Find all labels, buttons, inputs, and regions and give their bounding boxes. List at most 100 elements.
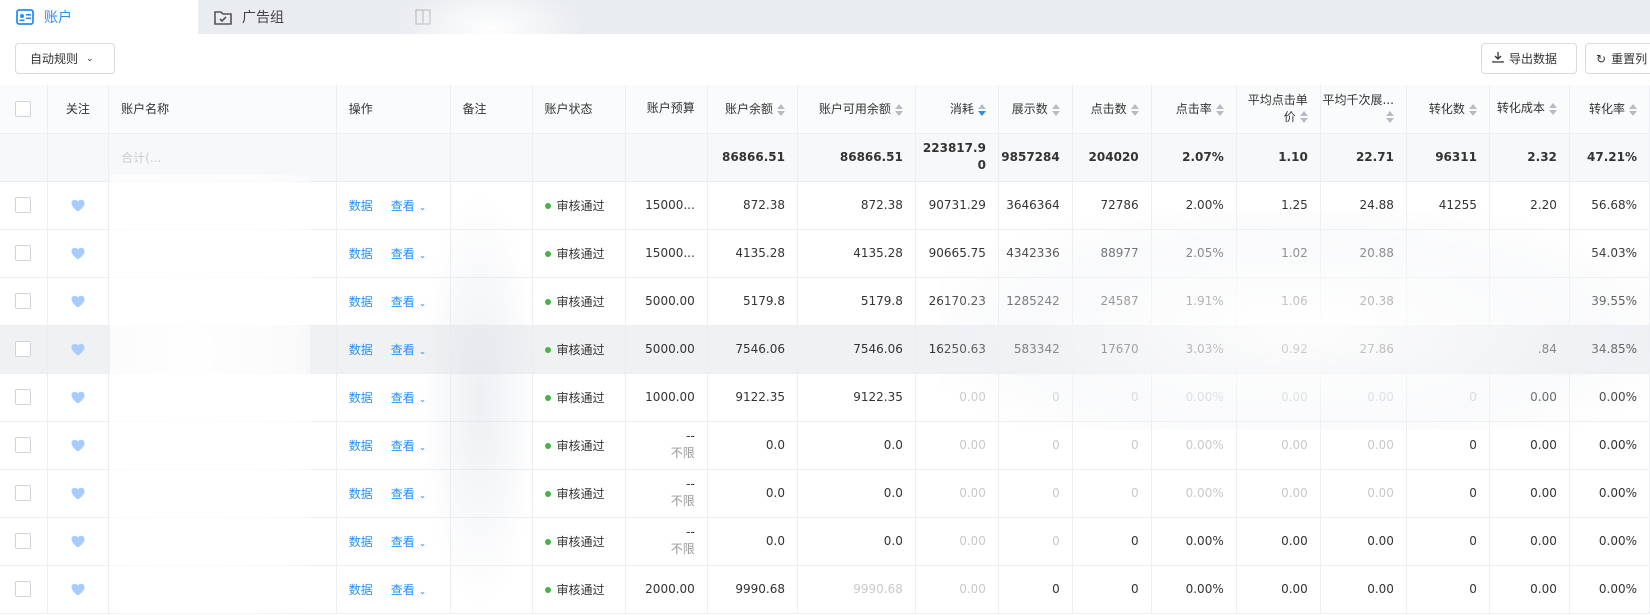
row-checkbox[interactable] [15, 197, 32, 213]
sort-icon[interactable] [1215, 103, 1224, 116]
row-account-name[interactable] [108, 469, 337, 518]
row-note-cell[interactable] [450, 421, 533, 470]
heart-icon[interactable] [71, 343, 85, 356]
sort-icon[interactable] [894, 103, 903, 116]
col-ctr[interactable]: 点击率 [1151, 85, 1237, 134]
row-data-link[interactable]: 数据 [349, 391, 373, 405]
row-checkbox[interactable] [15, 437, 32, 453]
row-note-cell[interactable] [450, 373, 533, 422]
row-note-cell[interactable] [450, 229, 533, 278]
heart-icon[interactable] [71, 247, 85, 260]
row-view-dropdown[interactable]: 查看 ⌄ [391, 487, 427, 501]
sort-icon[interactable] [1385, 111, 1394, 124]
row-note-cell[interactable] [450, 469, 533, 518]
row-view-dropdown[interactable]: 查看 ⌄ [391, 343, 427, 357]
row-account-name[interactable] [108, 565, 337, 614]
row-view-dropdown[interactable]: 查看 ⌄ [391, 439, 427, 453]
row-view-dropdown[interactable]: 查看 ⌄ [391, 391, 427, 405]
table-row[interactable]: 数据 查看 ⌄ 审核通过 -- 不限 0.0 0.0 0.00 0 0 0.00% 0.00 0.00 0 0… [0, 517, 1650, 566]
reset-columns-button[interactable]: ↻ 重置列 [1585, 43, 1650, 74]
row-checkbox[interactable] [15, 581, 32, 597]
auto-rules-dropdown[interactable]: 自动规则 ⌄ [15, 43, 115, 74]
row-data-link[interactable]: 数据 [349, 583, 373, 597]
heart-icon[interactable] [71, 199, 85, 212]
row-note-cell[interactable] [450, 517, 533, 566]
col-available-balance[interactable]: 账户可用余额 [797, 85, 916, 134]
sort-icon[interactable] [1629, 103, 1637, 116]
table-row[interactable]: 数据 查看 ⌄ 审核通过 5000.00 5179.8 5179.8 26170.23 1285… [0, 277, 1650, 326]
row-view-dropdown[interactable]: 查看 ⌄ [391, 247, 427, 261]
heart-icon[interactable] [71, 439, 85, 452]
sort-icon[interactable] [1468, 103, 1477, 116]
row-checkbox[interactable] [15, 245, 32, 261]
sort-icon[interactable] [1130, 103, 1139, 116]
row-ctr: 0.00% [1151, 373, 1237, 422]
heart-icon[interactable] [71, 583, 85, 596]
row-checkbox[interactable] [15, 485, 32, 501]
heart-icon[interactable] [71, 487, 85, 500]
row-note-cell[interactable] [450, 181, 533, 230]
row-data-link[interactable]: 数据 [349, 199, 373, 213]
sort-icon[interactable] [1299, 111, 1308, 124]
tab-adgroup[interactable]: 广告组 [198, 0, 388, 34]
row-view-dropdown[interactable]: 查看 ⌄ [391, 295, 427, 309]
table-row[interactable]: 数据 查看 ⌄ 审核通过 15000... 872.38 872.38 90731.29 364… [0, 181, 1650, 230]
table-row[interactable]: 数据 查看 ⌄ 审核通过 1000.00 9122.35 9122.35 0.00 0 0 0.00… [0, 373, 1650, 422]
sort-icon[interactable] [1548, 102, 1557, 115]
row-account-name[interactable] [108, 229, 337, 278]
col-conversion-rate[interactable]: 转化率 [1569, 85, 1650, 134]
row-checkbox[interactable] [15, 389, 32, 405]
row-view-dropdown[interactable]: 查看 ⌄ [391, 199, 427, 213]
row-select-cell [0, 517, 48, 566]
col-cpm[interactable]: 平均千次展... [1320, 85, 1407, 134]
row-checkbox[interactable] [15, 293, 32, 309]
row-data-link[interactable]: 数据 [349, 487, 373, 501]
col-cost[interactable]: 消耗 [915, 85, 999, 134]
row-note-cell[interactable] [450, 325, 533, 374]
heart-icon[interactable] [71, 391, 85, 404]
row-budget-cell: 15000... [625, 181, 708, 230]
table-row[interactable]: 数据 查看 ⌄ 审核通过 -- 不限 0.0 0.0 0.00 0 0 0.00% 0.00 0.00 0 0… [0, 421, 1650, 470]
col-conversion-cost[interactable]: 转化成本 [1489, 85, 1570, 134]
table-row[interactable]: 数据 查看 ⌄ 审核通过 15000... 4135.28 4135.28 90665.75 4… [0, 229, 1650, 278]
row-account-name[interactable] [108, 517, 337, 566]
row-data-link[interactable]: 数据 [349, 535, 373, 549]
row-account-name[interactable] [108, 421, 337, 470]
row-checkbox[interactable] [15, 533, 32, 549]
tab-account[interactable]: 账户 [0, 0, 198, 34]
row-account-name[interactable] [108, 277, 337, 326]
table-row[interactable]: 数据 查看 ⌄ 审核通过 -- 不限 0.0 0.0 0.00 0 0 0.00% 0.00 0.00 0 0… [0, 469, 1650, 518]
sort-icon[interactable] [777, 103, 785, 116]
col-impressions[interactable]: 展示数 [998, 85, 1073, 134]
row-note-cell[interactable] [450, 565, 533, 614]
download-icon [1492, 51, 1504, 66]
col-clicks[interactable]: 点击数 [1072, 85, 1152, 134]
sort-desc-icon[interactable] [977, 103, 986, 116]
row-note-cell[interactable] [450, 277, 533, 326]
export-data-button[interactable]: 导出数据 [1481, 43, 1577, 74]
heart-icon[interactable] [71, 535, 85, 548]
row-follow-cell [47, 277, 110, 326]
row-data-link[interactable]: 数据 [349, 343, 373, 357]
col-conversions[interactable]: 转化数 [1406, 85, 1490, 134]
row-data-link[interactable]: 数据 [349, 295, 373, 309]
tab-third[interactable] [405, 0, 585, 34]
row-impressions: 3646364 [998, 181, 1073, 230]
select-all-checkbox[interactable] [15, 100, 32, 117]
heart-icon[interactable] [71, 295, 85, 308]
row-data-link[interactable]: 数据 [349, 439, 373, 453]
row-checkbox[interactable] [15, 341, 32, 357]
col-balance[interactable]: 账户余额 [707, 85, 799, 134]
row-data-link[interactable]: 数据 [349, 247, 373, 261]
col-cpc[interactable]: 平均点击单价 [1236, 85, 1321, 134]
row-account-name[interactable] [108, 373, 337, 422]
row-clicks: 0 [1072, 565, 1152, 614]
sort-icon[interactable] [1051, 103, 1060, 116]
row-view-dropdown[interactable]: 查看 ⌄ [391, 583, 427, 597]
row-account-name[interactable] [108, 181, 337, 230]
row-account-name[interactable] [108, 325, 337, 374]
table-row[interactable]: 数据 查看 ⌄ 审核通过 2000.00 9990.68 9990.68 0.00 0 0 0.00… [0, 565, 1650, 614]
row-view-dropdown[interactable]: 查看 ⌄ [391, 535, 427, 549]
row-follow-cell [47, 469, 110, 518]
table-row[interactable]: 数据 查看 ⌄ 审核通过 5000.00 7546.06 7546.06 16250.63 58… [0, 325, 1650, 374]
